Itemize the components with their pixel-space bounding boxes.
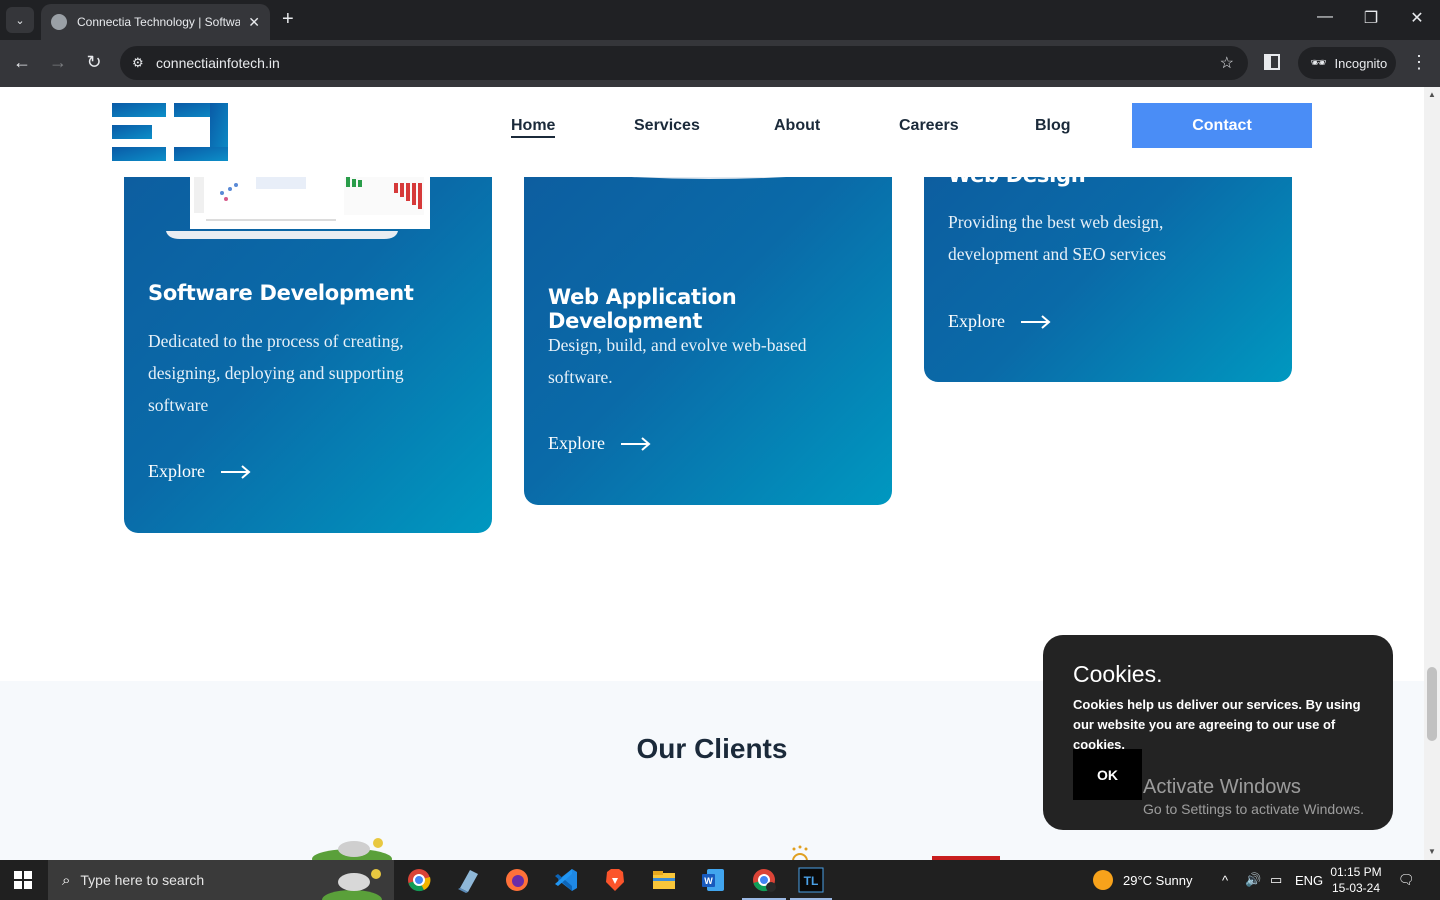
svg-text:W: W [704,876,713,886]
search-icon: ⌕ [62,871,71,889]
browser-tabbar: ⌄ Connectia Technology | Software ✕ + — … [0,0,1440,40]
url-text[interactable]: connectiainfotech.in [156,55,280,71]
site-favicon-icon [51,14,67,30]
client-logo-sheep [312,838,392,860]
arrow-right-icon [620,436,651,451]
service-card-webdesign: Web Design Providing the best web design… [924,177,1292,382]
more-menu-icon[interactable]: ⋮ [1410,52,1428,73]
firefox-taskbar-icon[interactable] [503,866,531,894]
reload-icon[interactable]: ↻ [82,52,106,73]
new-tab-icon[interactable]: + [282,8,294,31]
language-indicator[interactable]: ENG [1295,860,1323,900]
bookmark-star-icon[interactable]: ☆ [1220,53,1234,73]
vscode-taskbar-icon[interactable] [552,866,580,894]
tab-search-icon[interactable]: ⌄ [6,7,34,33]
watermark-title: Activate Windows [1143,776,1301,798]
svg-text:TL: TL [804,874,819,888]
incognito-indicator[interactable]: 🕶 Incognito [1298,47,1396,79]
side-panel-icon[interactable] [1264,54,1280,70]
nav-services[interactable]: Services [634,117,700,135]
browser-toolbar: ← → ↻ ⚙ connectiainfotech.in ☆ 🕶 Incogni… [0,40,1440,87]
explore-link[interactable]: Explore [548,433,651,454]
explore-link[interactable]: Explore [148,461,251,482]
windows-taskbar: ⌕ Type here to search W TL 29°C Sunny ^ [0,860,1440,900]
page-scrollbar[interactable]: ▲ ▼ [1424,87,1440,860]
arrow-right-icon [220,464,251,479]
company-logo[interactable] [112,103,228,161]
clock-date: 15-03-24 [1331,881,1381,895]
terminal-taskbar-icon[interactable]: TL [797,866,825,894]
arrow-right-icon [1020,314,1051,329]
windows-start-icon[interactable] [14,871,32,889]
explore-label: Explore [148,461,205,481]
card-title: Software Development [148,281,414,305]
nav-blog[interactable]: Blog [1035,117,1071,135]
weather-widget[interactable]: 29°C Sunny [1093,860,1193,900]
network-icon[interactable]: ▭ [1270,860,1282,900]
word-taskbar-icon[interactable]: W [699,866,727,894]
taskbar-search[interactable]: ⌕ Type here to search [48,860,394,900]
minimize-icon[interactable]: — [1302,8,1348,26]
weather-text: 29°C Sunny [1123,872,1193,888]
notifications-icon[interactable]: 🗨 [1398,860,1415,900]
client-logo-sun [792,845,808,860]
contact-button[interactable]: Contact [1132,103,1312,148]
explore-label: Explore [548,433,605,453]
scroll-up-icon[interactable]: ▲ [1428,90,1436,99]
cookie-text: Cookies help us deliver our services. By… [1073,697,1361,752]
chrome-taskbar-icon[interactable] [405,866,433,894]
show-hidden-icons-icon[interactable]: ^ [1222,860,1228,900]
explore-label: Explore [948,311,1005,331]
site-header: Home Services About Careers Blog Contact [0,87,1424,177]
notes-taskbar-icon[interactable] [454,866,482,894]
brave-taskbar-icon[interactable] [601,866,629,894]
browser-tab[interactable]: Connectia Technology | Software ✕ [41,4,270,40]
restore-icon[interactable]: ❐ [1348,8,1394,28]
cookie-title: Cookies. [1073,661,1163,687]
sun-icon [1093,870,1113,890]
chrome-incognito-taskbar-icon[interactable] [750,866,778,894]
card-title: Web Application Development [548,285,737,333]
card-description: Design, build, and evolve web-based soft… [548,335,807,387]
close-tab-icon[interactable]: ✕ [248,14,260,31]
incognito-icon: 🕶 [1310,55,1327,70]
clock-time: 01:15 PM [1330,865,1382,879]
forward-icon[interactable]: → [46,52,70,73]
service-card-webapp: Web Application Development Design, buil… [524,175,892,505]
laptop-illustration [166,171,430,239]
back-icon[interactable]: ← [10,52,34,73]
explore-link[interactable]: Explore [948,311,1051,332]
nav-about[interactable]: About [774,117,820,135]
activate-windows-watermark: Activate Windows Go to Settings to activ… [1143,776,1364,817]
volume-icon[interactable]: 🔊 [1245,860,1261,900]
card-description: Dedicated to the process of creating, de… [148,331,404,415]
scroll-thumb[interactable] [1427,667,1437,741]
cookie-ok-button[interactable]: OK [1073,749,1142,800]
close-window-icon[interactable]: ✕ [1394,8,1440,28]
card-title: Web Design [948,177,1086,187]
tab-title: Connectia Technology | Software [77,15,241,29]
file-explorer-taskbar-icon[interactable] [650,866,678,894]
clock[interactable]: 01:15 PM 15-03-24 [1330,864,1382,896]
watermark-subtitle: Go to Settings to activate Windows. [1143,801,1364,817]
search-highlight-icon [322,869,382,900]
search-placeholder: Type here to search [80,872,205,888]
incognito-label: Incognito [1334,55,1388,71]
address-bar[interactable]: ⚙ connectiainfotech.in ☆ [120,46,1248,80]
service-card-software: Software Development Dedicated to the pr… [124,171,492,533]
scroll-down-icon[interactable]: ▼ [1428,847,1436,856]
site-info-icon[interactable]: ⚙ [132,55,150,71]
nav-home[interactable]: Home [511,117,556,138]
card-description: Providing the best web design, developme… [948,212,1167,264]
nav-careers[interactable]: Careers [899,117,959,135]
